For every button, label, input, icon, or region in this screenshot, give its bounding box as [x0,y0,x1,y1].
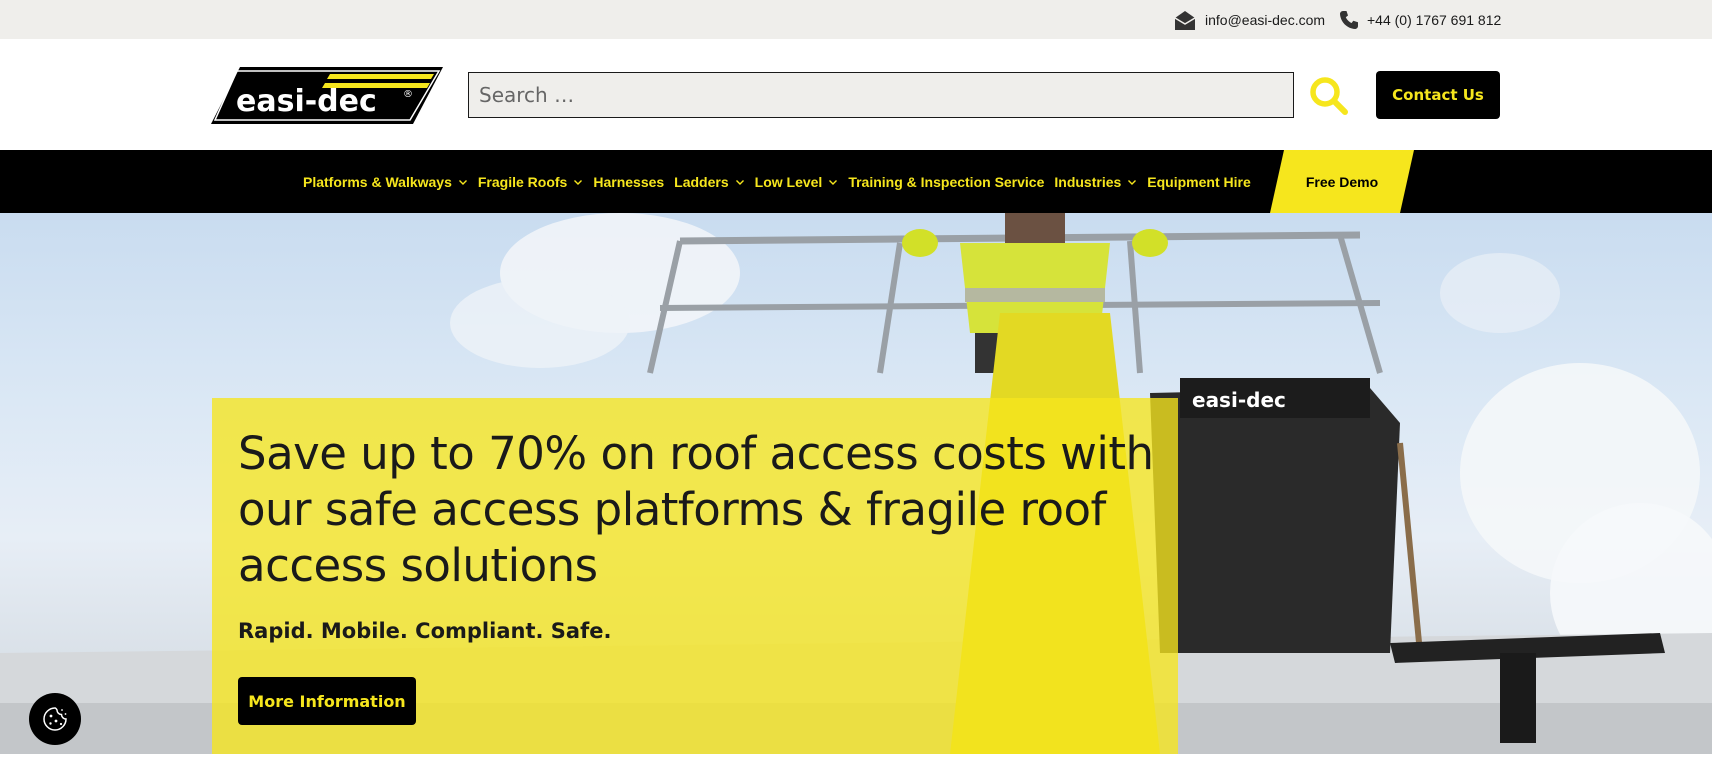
page-bottom-strip [0,754,1712,773]
phone-text[interactable]: +44 (0) 1767 691 812 [1367,12,1501,28]
search-button[interactable] [1307,74,1351,118]
hero-heading: Save up to 70% on roof access costs with… [238,427,1154,592]
search-input[interactable] [468,72,1294,118]
nav-item-label: Equipment Hire [1147,173,1251,190]
nav-item-label: Platforms & Walkways [303,173,452,190]
site-header: easi-dec ® Contact Us [0,39,1712,150]
hero-subheading: Rapid. Mobile. Compliant. Safe. [238,619,612,643]
nav-item-label: Ladders [674,173,729,190]
hero-section: easi-dec Save up to 70% on roof access c… [0,213,1712,754]
nav-item-ladders[interactable]: Ladders [674,174,744,190]
logo-wordmark: easi-dec [236,84,377,119]
hero-text-panel: Save up to 70% on roof access costs with… [212,398,1178,754]
top-contact-bar: info@easi-dec.com +44 (0) 1767 691 812 [0,0,1712,39]
nav-item-industries[interactable]: Industries [1054,174,1137,190]
nav-item-label: Harnesses [593,173,665,190]
nav-item-label: Training & Inspection Service [848,173,1045,190]
cookie-icon [43,707,67,731]
nav-item-training-inspection[interactable]: Training & Inspection Service [848,174,1044,190]
logo-registered-mark: ® [403,89,413,100]
email-link[interactable]: info@easi-dec.com [1173,0,1325,39]
nav-item-equipment-hire[interactable]: Equipment Hire [1147,174,1250,190]
cookie-settings-button[interactable] [29,693,81,745]
phone-link[interactable]: +44 (0) 1767 691 812 [1339,0,1501,39]
chevron-down-icon [458,179,467,185]
free-demo-button[interactable]: Free Demo [1270,150,1414,213]
contact-us-button[interactable]: Contact Us [1376,71,1500,119]
chevron-down-icon [1128,179,1137,185]
more-information-button[interactable]: More Information [238,677,416,725]
chevron-down-icon [829,179,838,185]
nav-items: Platforms & Walkways Fragile Roofs Harne… [303,150,1261,213]
main-navigation: Platforms & Walkways Fragile Roofs Harne… [0,150,1712,213]
free-demo-label: Free Demo [1305,173,1379,190]
nav-item-fragile-roofs[interactable]: Fragile Roofs [478,174,583,190]
nav-item-label: Fragile Roofs [477,173,568,190]
search-icon [1310,77,1348,115]
easi-dec-logo[interactable]: easi-dec ® [210,66,444,126]
nav-item-label: Industries [1054,173,1122,190]
envelope-icon [1174,10,1196,30]
phone-icon [1340,10,1358,29]
nav-item-label: Low Level [754,173,823,190]
chevron-down-icon [735,179,744,185]
cabinet-logo-text: easi-dec [1192,388,1286,412]
nav-item-platforms-walkways[interactable]: Platforms & Walkways [303,174,468,190]
nav-item-low-level[interactable]: Low Level [755,174,839,190]
nav-item-harnesses[interactable]: Harnesses [593,174,664,190]
email-text[interactable]: info@easi-dec.com [1205,12,1325,28]
chevron-down-icon [574,179,583,185]
